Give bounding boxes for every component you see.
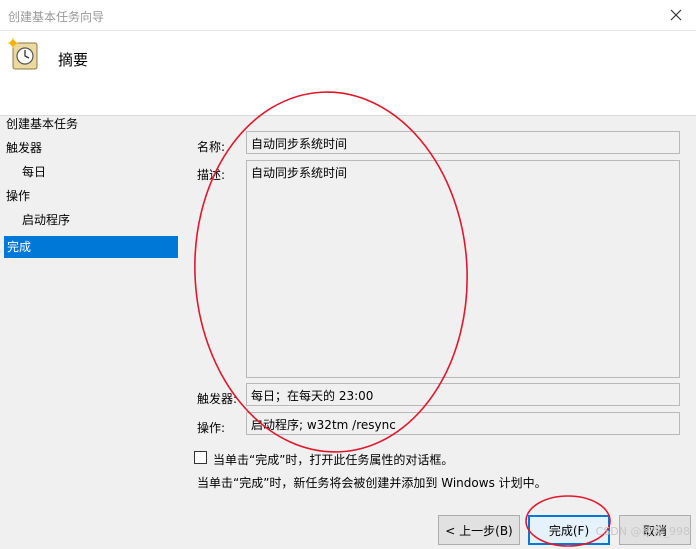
close-button[interactable] xyxy=(656,0,696,30)
step-trigger[interactable]: 触发器 xyxy=(6,137,42,159)
name-label: 名称: xyxy=(197,140,226,154)
wizard-header: 摘要 xyxy=(0,31,696,116)
open-properties-checkbox[interactable] xyxy=(194,451,207,464)
description-label: 描述: xyxy=(197,168,226,182)
step-action[interactable]: 操作 xyxy=(6,185,30,207)
step-finish[interactable]: 完成 xyxy=(4,236,178,258)
close-icon xyxy=(670,9,682,21)
title-bar: 创建基本任务向导 xyxy=(0,0,696,31)
description-field[interactable]: 自动同步系统时间 xyxy=(246,160,680,378)
action-field[interactable]: 启动程序; w32tm /resync xyxy=(246,412,680,435)
task-clock-icon xyxy=(7,37,38,70)
window-title: 创建基本任务向导 xyxy=(8,10,105,24)
step-daily[interactable]: 每日 xyxy=(22,161,46,183)
step-create-basic-task[interactable]: 创建基本任务 xyxy=(6,113,78,135)
step-start-program[interactable]: 启动程序 xyxy=(22,209,70,231)
trigger-label: 触发器: xyxy=(197,392,238,406)
trigger-field[interactable]: 每日；在每天的 23:00 xyxy=(246,383,680,406)
finish-info-text: 当单击“完成”时，新任务将会被创建并添加到 Windows 计划中。 xyxy=(197,476,547,490)
page-title: 摘要 xyxy=(58,51,89,69)
action-label: 操作: xyxy=(197,421,226,435)
name-field[interactable]: 自动同步系统时间 xyxy=(246,131,680,154)
back-button[interactable]: < 上一步(B) xyxy=(438,515,520,545)
open-properties-label[interactable]: 当单击“完成”时，打开此任务属性的对话框。 xyxy=(213,451,453,468)
watermark: CSDN @极客_998 xyxy=(595,525,690,538)
